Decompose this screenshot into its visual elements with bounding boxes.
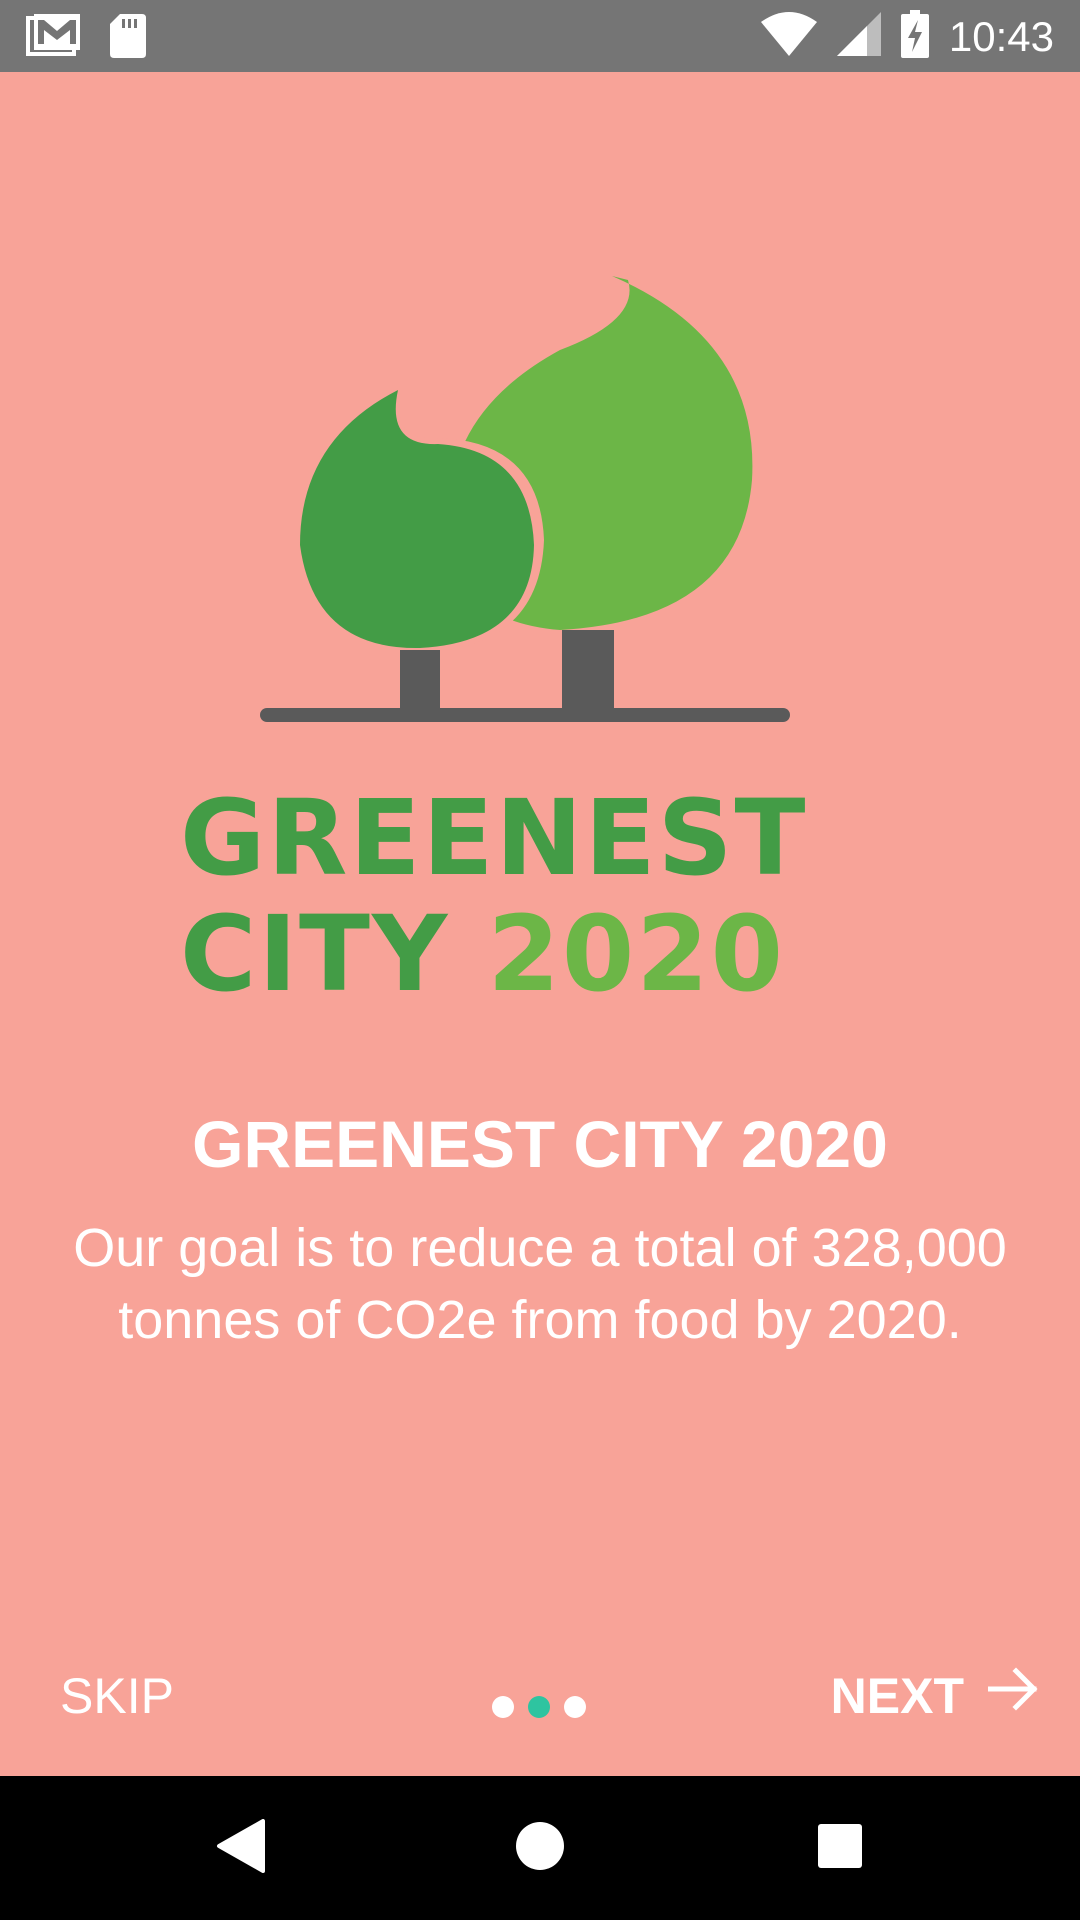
home-icon — [515, 1821, 565, 1876]
status-time: 10:43 — [948, 12, 1054, 60]
slide-description: Our goal is to reduce a total of 328,000… — [73, 1218, 1007, 1350]
wifi-icon — [760, 12, 817, 61]
logo-city-word: CITY — [180, 893, 450, 1015]
logo-line-1: GREENEST — [180, 777, 808, 899]
status-left — [26, 14, 146, 63]
page-indicator — [492, 1696, 586, 1718]
slide-title: GREENEST CITY 2020 — [192, 1107, 888, 1181]
home-button[interactable] — [468, 1776, 612, 1920]
page-dot-1 — [492, 1696, 514, 1718]
recents-icon — [817, 1823, 863, 1874]
gmail-icon — [26, 14, 80, 63]
logo-year: 2020 — [487, 893, 785, 1015]
arrow-right-icon — [987, 1664, 1040, 1728]
next-label: NEXT — [830, 1668, 964, 1724]
page-dot-3 — [564, 1696, 586, 1718]
back-icon — [215, 1818, 265, 1878]
cell-signal-icon — [836, 12, 881, 61]
next-button[interactable]: NEXT — [831, 1664, 1040, 1728]
skip-button[interactable]: SKIP — [60, 1664, 174, 1728]
onboarding-screen: 10:43 GREENEST CITY 2020 GREENEST CITY 2… — [0, 0, 1080, 1920]
page-dot-2-active — [528, 1696, 550, 1718]
status-bar: 10:43 — [0, 0, 1080, 72]
status-right: 10:43 — [760, 10, 1054, 63]
logo-line-2: CITY 2020 — [180, 896, 900, 1012]
back-button[interactable] — [168, 1776, 312, 1920]
navigation-bar — [0, 1776, 1080, 1920]
trees-icon — [260, 276, 790, 722]
battery-charging-icon — [900, 10, 929, 63]
sd-card-icon — [110, 14, 146, 63]
recents-button[interactable] — [768, 1776, 912, 1920]
logo-wordmark: GREENEST CITY 2020 — [180, 780, 900, 1012]
